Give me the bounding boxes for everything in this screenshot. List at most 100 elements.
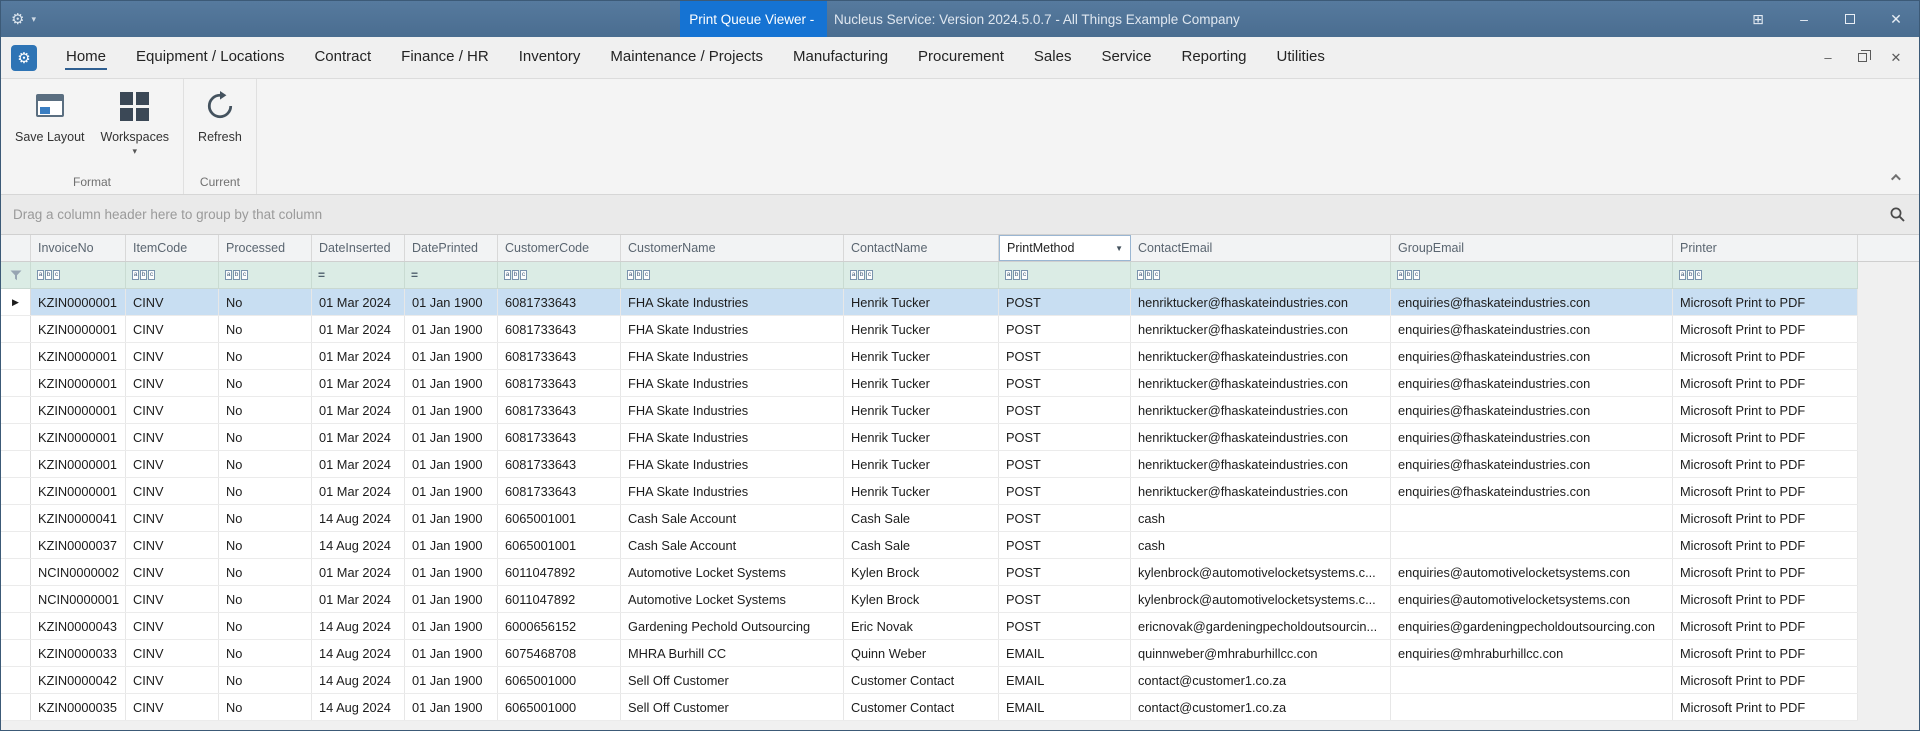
cell-customercode[interactable]: 6075468708	[498, 640, 621, 666]
cell-contactemail[interactable]: henriktucker@fhaskateindustries.con	[1131, 343, 1391, 369]
cell-itemcode[interactable]: CINV	[126, 694, 219, 720]
cell-printmethod[interactable]: POST	[999, 451, 1131, 477]
cell-itemcode[interactable]: CINV	[126, 316, 219, 342]
cell-processed[interactable]: No	[219, 289, 312, 315]
cell-invoiceno[interactable]: NCIN0000002	[31, 559, 126, 585]
cell-printer[interactable]: Microsoft Print to PDF	[1673, 505, 1858, 531]
filter-cell-contactemail[interactable]: abc	[1131, 262, 1391, 288]
cell-printer[interactable]: Microsoft Print to PDF	[1673, 451, 1858, 477]
cell-dateinserted[interactable]: 01 Mar 2024	[312, 451, 405, 477]
cell-printmethod[interactable]: POST	[999, 613, 1131, 639]
cell-groupemail[interactable]	[1391, 694, 1673, 720]
cell-customername[interactable]: FHA Skate Industries	[621, 370, 844, 396]
grid-row[interactable]: KZIN0000001 CINV No 01 Mar 2024 01 Jan 1900 6…	[1, 316, 1858, 343]
cell-processed[interactable]: No	[219, 316, 312, 342]
cell-contactemail[interactable]: cash	[1131, 532, 1391, 558]
cell-groupemail[interactable]	[1391, 505, 1673, 531]
cell-customercode[interactable]: 6000656152	[498, 613, 621, 639]
grid-row[interactable]: KZIN0000001 CINV No 01 Mar 2024 01 Jan 1900 6…	[1, 478, 1858, 505]
cell-dateprinted[interactable]: 01 Jan 1900	[405, 694, 498, 720]
cell-contactname[interactable]: Henrik Tucker	[844, 397, 999, 423]
cell-printmethod[interactable]: EMAIL	[999, 667, 1131, 693]
cell-invoiceno[interactable]: NCIN0000001	[31, 586, 126, 612]
cell-customername[interactable]: Automotive Locket Systems	[621, 586, 844, 612]
cell-invoiceno[interactable]: KZIN0000001	[31, 478, 126, 504]
cell-printer[interactable]: Microsoft Print to PDF	[1673, 667, 1858, 693]
column-header-invoiceno[interactable]: InvoiceNo	[31, 235, 126, 261]
column-header-dateprinted[interactable]: DatePrinted	[405, 235, 498, 261]
cell-itemcode[interactable]: CINV	[126, 667, 219, 693]
filter-cell-customername[interactable]: abc	[621, 262, 844, 288]
cell-invoiceno[interactable]: KZIN0000001	[31, 343, 126, 369]
minimize-button[interactable]: –	[1781, 1, 1827, 37]
tab-contract[interactable]: Contract	[299, 37, 386, 78]
cell-dateprinted[interactable]: 01 Jan 1900	[405, 586, 498, 612]
grid-row[interactable]: KZIN0000001 CINV No 01 Mar 2024 01 Jan 1900 6…	[1, 451, 1858, 478]
cell-dateinserted[interactable]: 14 Aug 2024	[312, 505, 405, 531]
filter-cell-processed[interactable]: abc	[219, 262, 312, 288]
tab-manufacturing[interactable]: Manufacturing	[778, 37, 903, 78]
cell-printmethod[interactable]: POST	[999, 370, 1131, 396]
grid-row[interactable]: KZIN0000043 CINV No 14 Aug 2024 01 Jan 1900 6…	[1, 613, 1858, 640]
cell-groupemail[interactable]: enquiries@fhaskateindustries.con	[1391, 343, 1673, 369]
grid-row[interactable]: KZIN0000037 CINV No 14 Aug 2024 01 Jan 1900 6…	[1, 532, 1858, 559]
cell-customername[interactable]: Sell Off Customer	[621, 667, 844, 693]
cell-processed[interactable]: No	[219, 397, 312, 423]
cell-printer[interactable]: Microsoft Print to PDF	[1673, 586, 1858, 612]
cell-dateinserted[interactable]: 14 Aug 2024	[312, 640, 405, 666]
cell-printer[interactable]: Microsoft Print to PDF	[1673, 478, 1858, 504]
cell-customername[interactable]: Automotive Locket Systems	[621, 559, 844, 585]
cell-customercode[interactable]: 6081733643	[498, 397, 621, 423]
cell-dateinserted[interactable]: 01 Mar 2024	[312, 559, 405, 585]
column-header-processed[interactable]: Processed	[219, 235, 312, 261]
cell-itemcode[interactable]: CINV	[126, 424, 219, 450]
cell-customercode[interactable]: 6065001001	[498, 505, 621, 531]
cell-itemcode[interactable]: CINV	[126, 613, 219, 639]
filter-cell-printer[interactable]: abc	[1673, 262, 1858, 288]
cell-dateinserted[interactable]: 14 Aug 2024	[312, 613, 405, 639]
search-button[interactable]	[1883, 195, 1911, 234]
filter-cell-invoiceno[interactable]: abc	[31, 262, 126, 288]
cell-printer[interactable]: Microsoft Print to PDF	[1673, 289, 1858, 315]
cell-printmethod[interactable]: POST	[999, 343, 1131, 369]
grid-row[interactable]: NCIN0000001 CINV No 01 Mar 2024 01 Jan 1900 6…	[1, 586, 1858, 613]
cell-printmethod[interactable]: POST	[999, 424, 1131, 450]
cell-dateinserted[interactable]: 01 Mar 2024	[312, 289, 405, 315]
cell-itemcode[interactable]: CINV	[126, 289, 219, 315]
cell-printmethod[interactable]: EMAIL	[999, 694, 1131, 720]
cell-printer[interactable]: Microsoft Print to PDF	[1673, 532, 1858, 558]
cell-dateprinted[interactable]: 01 Jan 1900	[405, 343, 498, 369]
maximize-button[interactable]	[1827, 1, 1873, 37]
cell-contactemail[interactable]: cash	[1131, 505, 1391, 531]
cell-contactemail[interactable]: henriktucker@fhaskateindustries.con	[1131, 424, 1391, 450]
column-header-printer[interactable]: Printer	[1673, 235, 1858, 261]
cell-printmethod[interactable]: POST	[999, 559, 1131, 585]
cell-customercode[interactable]: 6081733643	[498, 289, 621, 315]
column-header-groupemail[interactable]: GroupEmail	[1391, 235, 1673, 261]
cell-processed[interactable]: No	[219, 613, 312, 639]
cell-dateinserted[interactable]: 01 Mar 2024	[312, 478, 405, 504]
filter-cell-dateprinted[interactable]: =	[405, 262, 498, 288]
cell-itemcode[interactable]: CINV	[126, 478, 219, 504]
grid-row[interactable]: KZIN0000001 CINV No 01 Mar 2024 01 Jan 1900 6…	[1, 397, 1858, 424]
cell-itemcode[interactable]: CINV	[126, 640, 219, 666]
tab-procurement[interactable]: Procurement	[903, 37, 1019, 78]
filter-cell-printmethod[interactable]: abc	[999, 262, 1131, 288]
cell-customercode[interactable]: 6081733643	[498, 478, 621, 504]
cell-customername[interactable]: Gardening Pechold Outsourcing	[621, 613, 844, 639]
cell-customercode[interactable]: 6081733643	[498, 424, 621, 450]
filter-cell-groupemail[interactable]: abc	[1391, 262, 1673, 288]
cell-contactemail[interactable]: henriktucker@fhaskateindustries.con	[1131, 478, 1391, 504]
cell-groupemail[interactable]: enquiries@fhaskateindustries.con	[1391, 424, 1673, 450]
tab-utilities[interactable]: Utilities	[1262, 37, 1340, 78]
tab-finance-hr[interactable]: Finance / HR	[386, 37, 504, 78]
cell-contactname[interactable]: Quinn Weber	[844, 640, 999, 666]
cell-dateprinted[interactable]: 01 Jan 1900	[405, 478, 498, 504]
cell-customercode[interactable]: 6065001000	[498, 694, 621, 720]
tab-reporting[interactable]: Reporting	[1166, 37, 1261, 78]
cell-contactemail[interactable]: henriktucker@fhaskateindustries.con	[1131, 451, 1391, 477]
grid-row[interactable]: NCIN0000002 CINV No 01 Mar 2024 01 Jan 1900 6…	[1, 559, 1858, 586]
cell-contactemail[interactable]: quinnweber@mhraburhillcc.con	[1131, 640, 1391, 666]
cell-contactemail[interactable]: henriktucker@fhaskateindustries.con	[1131, 289, 1391, 315]
cell-itemcode[interactable]: CINV	[126, 397, 219, 423]
